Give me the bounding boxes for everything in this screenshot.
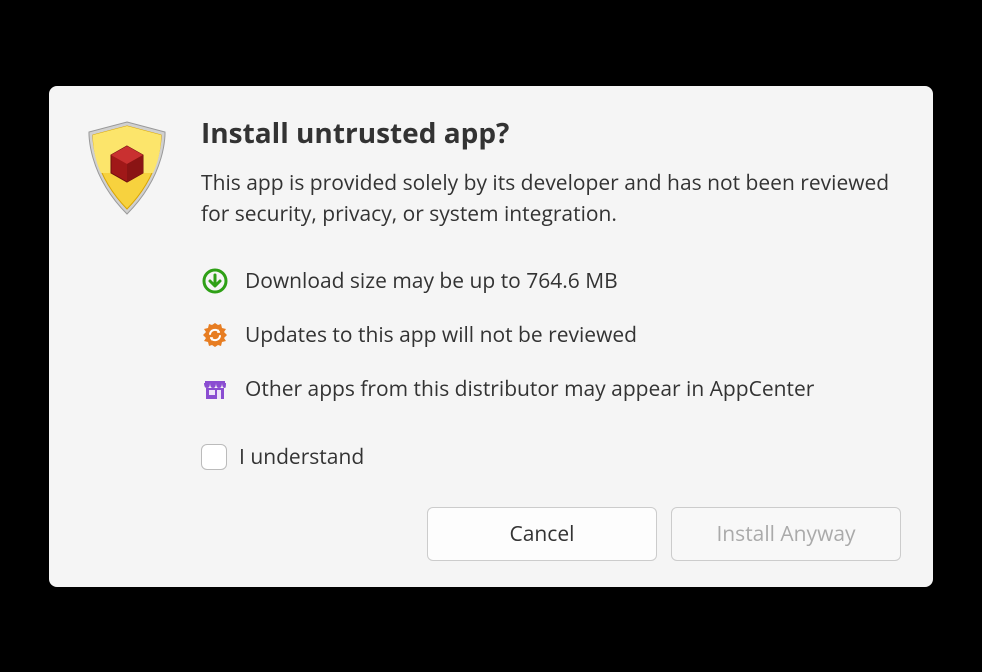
dialog-content: Install untrusted app? This app is provi… [201,114,901,561]
understand-checkbox[interactable] [201,444,227,470]
download-circle-icon [201,267,229,295]
dialog-icon-column [81,114,173,561]
info-row-updates: Updates to this app will not be reviewed [201,321,901,349]
dialog-subtitle: This app is provided solely by its devel… [201,168,901,231]
understand-checkbox-label: I understand [239,443,364,471]
install-anyway-button[interactable]: Install Anyway [671,507,901,561]
sync-badge-icon [201,321,229,349]
info-text-updates: Updates to this app will not be reviewed [245,321,637,349]
dialog-button-row: Cancel Install Anyway [201,507,901,561]
install-untrusted-dialog: Install untrusted app? This app is provi… [49,86,933,587]
shield-warning-icon [81,201,173,223]
store-icon [201,375,229,403]
cancel-button[interactable]: Cancel [427,507,657,561]
info-row-distributor: Other apps from this distributor may app… [201,375,901,403]
understand-checkbox-row: I understand [201,443,901,471]
info-text-distributor: Other apps from this distributor may app… [245,375,814,403]
info-text-download: Download size may be up to 764.6 MB [245,267,618,295]
dialog-title: Install untrusted app? [201,114,901,152]
info-row-download: Download size may be up to 764.6 MB [201,267,901,295]
